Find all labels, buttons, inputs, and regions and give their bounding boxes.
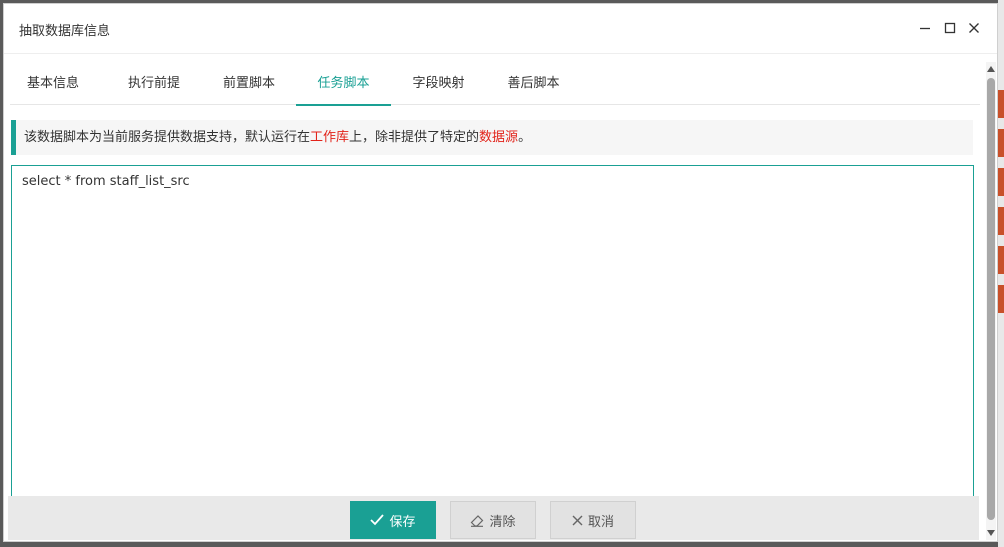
background-row-marker [998, 168, 1004, 196]
dialog-titlebar[interactable]: 抽取数据库信息 [4, 4, 997, 54]
save-button-label: 保存 [389, 514, 416, 530]
notice-highlight-datasource: 数据源 [479, 130, 519, 145]
tab-bar: 基本信息 执行前提 前置脚本 任务脚本 字段映射 善后脚本 [10, 69, 980, 106]
scroll-up-arrow-icon[interactable] [986, 64, 996, 74]
save-button[interactable]: 保存 [350, 501, 436, 539]
cancel-button-label: 取消 [587, 514, 614, 530]
background-row-marker [998, 90, 1004, 118]
background-row-marker [998, 285, 1004, 313]
tab-execution-precondition[interactable]: 执行前提 [106, 69, 202, 105]
task-script-editor[interactable] [11, 165, 974, 505]
scrollbar-thumb[interactable] [987, 78, 995, 520]
tab-pre-script[interactable]: 前置脚本 [202, 69, 296, 105]
minimize-icon[interactable] [915, 18, 935, 38]
background-page-edge [998, 0, 1004, 547]
background-row-marker [998, 246, 1004, 274]
clear-button[interactable]: 清除 [450, 501, 536, 539]
background-row-marker [998, 129, 1004, 157]
notice-text: 。 [518, 130, 532, 145]
scroll-down-arrow-icon[interactable] [986, 528, 996, 538]
tab-basic-info[interactable]: 基本信息 [10, 69, 96, 105]
eraser-icon [471, 514, 484, 527]
close-icon [572, 515, 583, 525]
script-notice: 该数据脚本为当前服务提供数据支持，默认运行在工作库上，除非提供了特定的数据源。 [11, 120, 973, 155]
notice-text: 上，除非提供了特定的 [349, 130, 480, 145]
tab-post-script[interactable]: 善后脚本 [486, 69, 581, 105]
background-row-marker [998, 207, 1004, 235]
notice-text: 该数据脚本为当前服务提供数据支持，默认运行在 [24, 130, 311, 145]
check-icon [370, 514, 385, 526]
maximize-icon[interactable] [940, 18, 960, 38]
cancel-button[interactable]: 取消 [550, 501, 636, 539]
clear-button-label: 清除 [489, 514, 516, 530]
dialog-footer: 保存 清除 取消 [8, 496, 979, 540]
tab-task-script[interactable]: 任务脚本 [296, 69, 391, 106]
notice-highlight-workdb: 工作库 [310, 130, 350, 145]
tab-field-mapping[interactable]: 字段映射 [391, 69, 486, 105]
extract-db-info-dialog: 抽取数据库信息 基本信息 执行前提 前置脚本 任务脚本 字段映射 善后脚本 该数… [3, 3, 998, 542]
dialog-title: 抽取数据库信息 [19, 24, 111, 39]
close-icon[interactable] [964, 18, 984, 38]
vertical-scrollbar[interactable] [986, 62, 996, 540]
